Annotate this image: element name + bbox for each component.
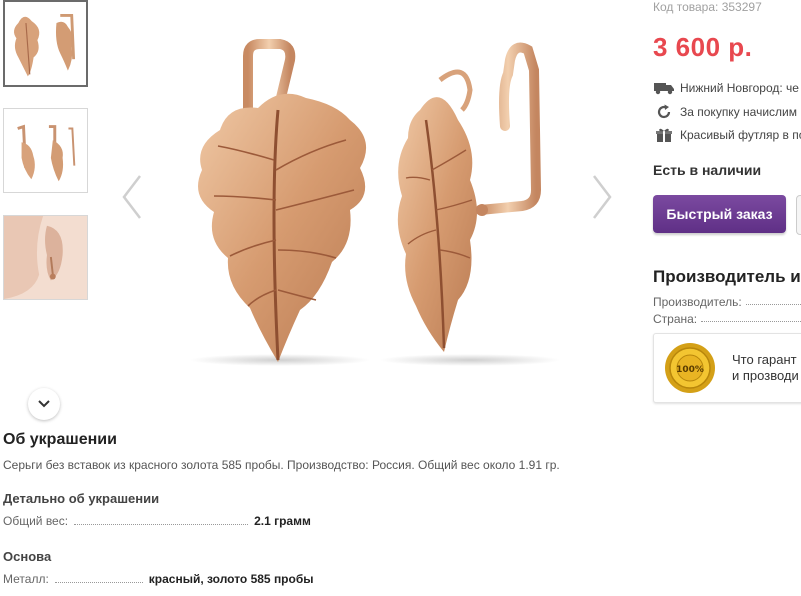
weight-row: Общий вес: 2.1 грамм [3, 514, 311, 528]
gift-text: Красивый футляр в по [680, 128, 801, 142]
manufacturer-row: Производитель: [653, 295, 801, 309]
truck-icon [653, 80, 675, 96]
add-to-cart-button[interactable] [796, 195, 801, 235]
weight-value: 2.1 грамм [254, 514, 311, 528]
details-title: Детально об украшении [3, 491, 160, 506]
next-image-arrow[interactable] [588, 172, 616, 222]
manufacturer-label: Производитель: [653, 295, 742, 309]
gift-row[interactable]: Красивый футляр в по [653, 127, 801, 143]
weight-label: Общий вес: [3, 514, 69, 528]
earrings-side-image [4, 109, 87, 192]
product-price: 3 600 р. [653, 32, 753, 62]
product-code: Код товара: 353297 [653, 0, 762, 14]
stock-status: Есть в наличии [653, 162, 762, 178]
guarantee-block[interactable]: 100% Что гарант и прозводи [653, 333, 801, 403]
guarantee-seal-icon: 100% [665, 343, 715, 393]
main-product-image [110, 0, 620, 380]
thumbnails-down-button[interactable] [28, 388, 60, 420]
base-title: Основа [3, 549, 52, 564]
delivery-row[interactable]: Нижний Новгород: че [653, 80, 799, 96]
about-text: Серьги без вставок из красного золота 58… [3, 458, 560, 472]
earrings-front-image [5, 2, 86, 85]
maker-section-title: Производитель и п [653, 267, 801, 286]
prev-image-arrow[interactable] [118, 172, 146, 222]
svg-text:100%: 100% [676, 365, 704, 375]
earrings-illustration [190, 39, 560, 366]
metal-row: Металл: красный, золото 585 пробы [3, 572, 314, 586]
metal-label: Металл: [3, 572, 49, 586]
bonus-text: За покупку начислим [680, 105, 797, 119]
delivery-text: Нижний Новгород: че [680, 81, 799, 95]
metal-value: красный, золото 585 пробы [148, 572, 314, 586]
country-row: Страна: [653, 312, 801, 326]
quick-order-button[interactable]: Быстрый заказ [653, 195, 786, 233]
guarantee-text-line-1: Что гарант [732, 352, 797, 367]
thumbnail-earring-on-ear[interactable] [3, 215, 88, 300]
guarantee-text-line-2: и прозводи [732, 368, 799, 383]
earring-on-ear-image [4, 216, 87, 299]
gift-icon [653, 127, 675, 143]
thumbnail-earrings-front[interactable] [3, 0, 88, 87]
country-label: Страна: [653, 312, 698, 326]
bonus-row[interactable]: За покупку начислим [653, 104, 797, 120]
chevron-down-icon [38, 400, 50, 408]
thumbnail-earrings-side[interactable] [3, 108, 88, 193]
refresh-icon [653, 104, 675, 120]
about-title: Об украшении [3, 431, 117, 448]
